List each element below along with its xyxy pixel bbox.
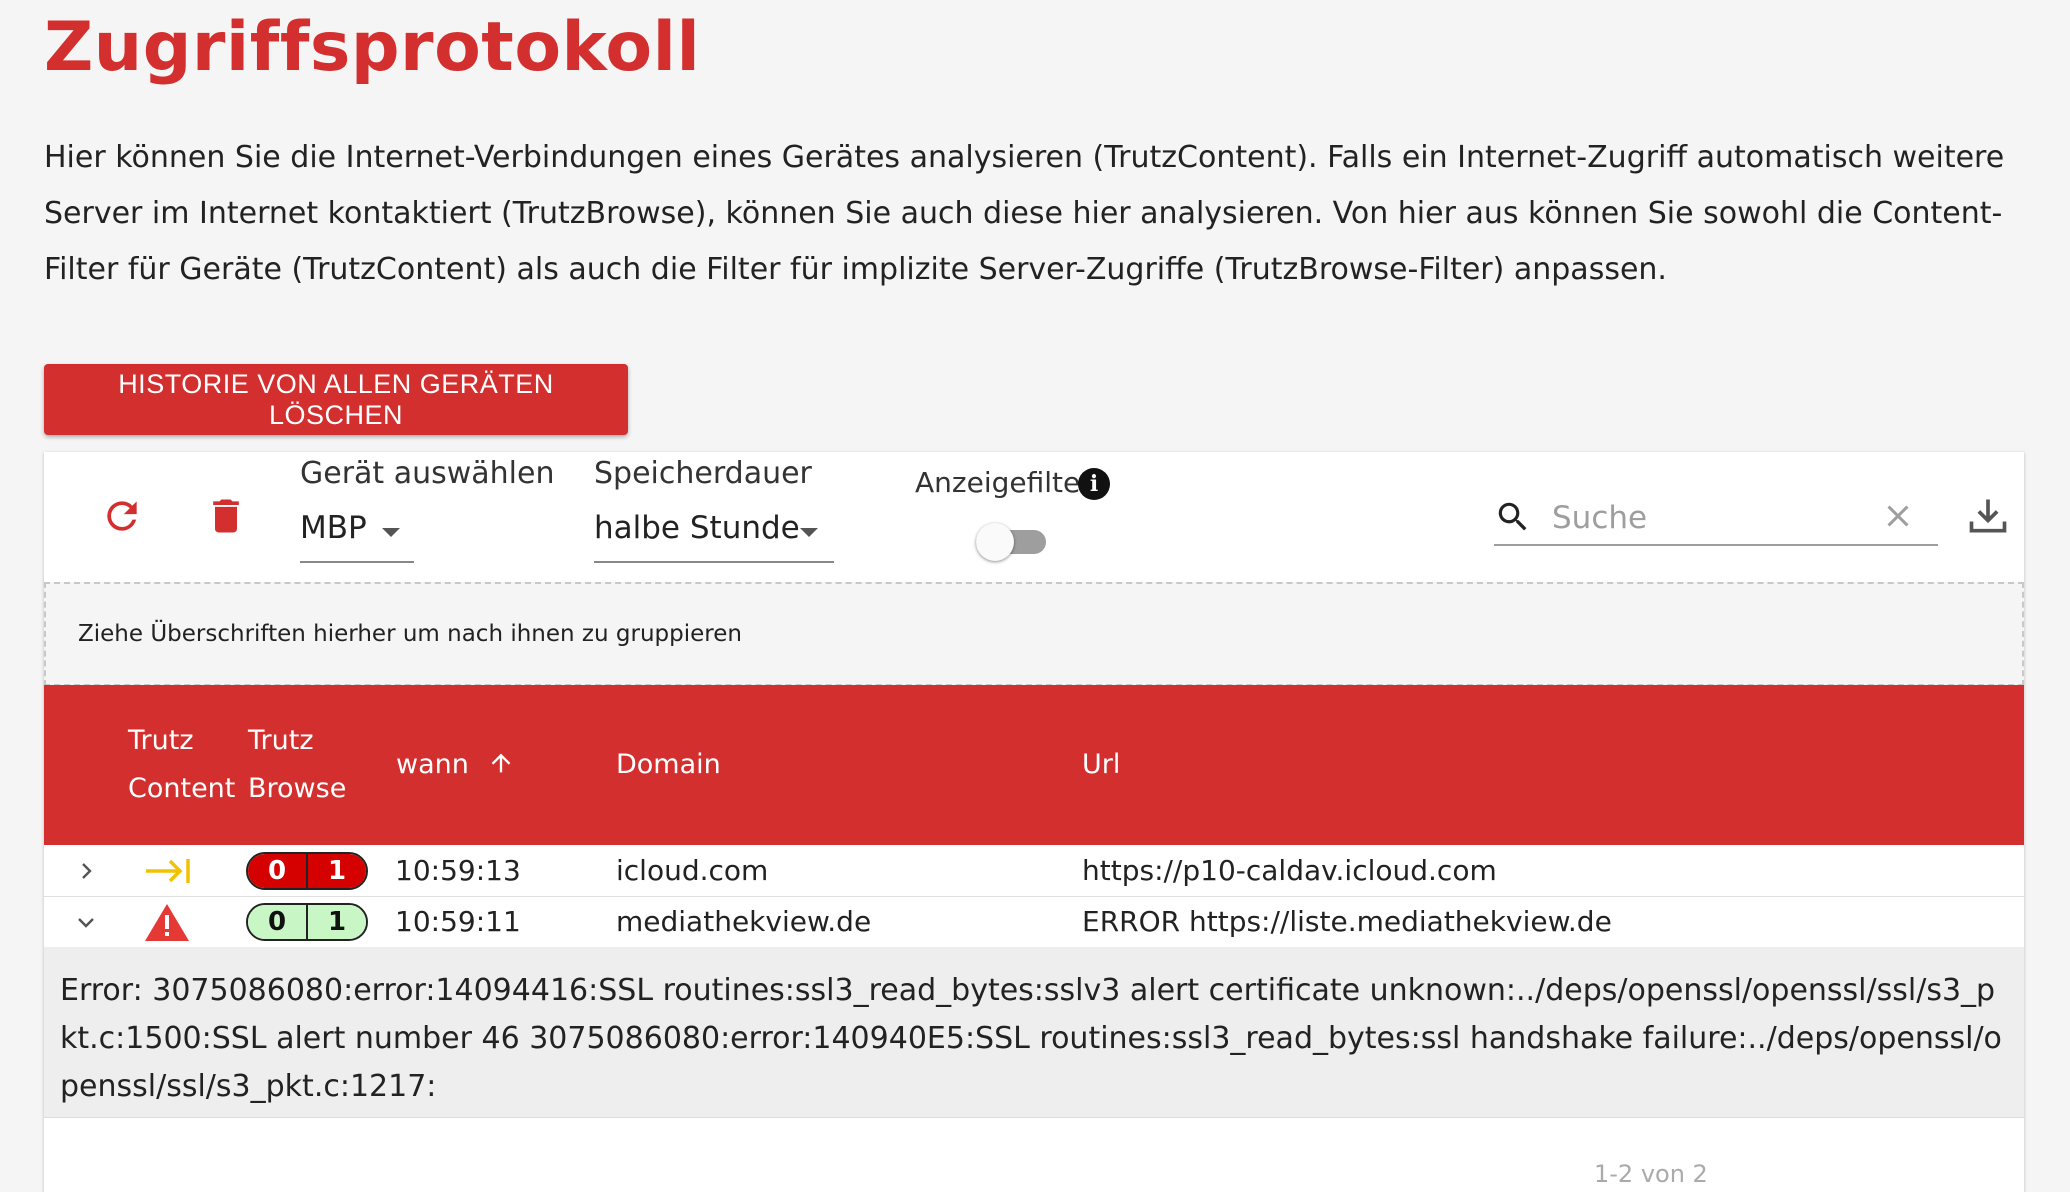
url-cell: ERROR https://liste.mediathekview.de [1082,905,1612,938]
info-icon[interactable]: i [1078,468,1110,500]
allowed-count: 1 [308,905,366,939]
group-hint: Ziehe Überschriften hierher um nach ihne… [78,621,742,647]
download-icon[interactable] [1966,494,2010,542]
column-header-text: Content [128,773,236,804]
column-header-wann[interactable]: wann [396,741,515,789]
trutz-browse-badge[interactable]: 0 1 [246,852,368,890]
trash-icon[interactable] [204,494,248,542]
table-row[interactable]: 0 1 10:59:13 icloud.com https://p10-cald… [44,846,2024,897]
clear-search-icon[interactable] [1880,498,1916,538]
access-log-panel: Gerät auswählen MBP Speicherdauer halbe … [44,452,2024,1192]
row-detail-panel: Error: 3075086080:error:14094416:SSL rou… [44,947,2024,1118]
column-header-trutz-browse[interactable]: Trutz Browse [248,717,346,813]
column-header-domain[interactable]: Domain [616,741,721,789]
chevron-down-icon[interactable] [800,528,818,537]
display-filter-toggle-knob[interactable] [976,523,1014,561]
sort-ascending-icon [492,753,511,773]
toolbar: Gerät auswählen MBP Speicherdauer halbe … [44,452,2024,582]
retention-select-underline [594,561,834,563]
arrow-to-right-icon [144,846,192,896]
refresh-icon[interactable] [100,494,144,542]
grid-header: Trutz Content Trutz Browse wann Domain U… [44,685,2024,845]
intro-text: Hier können Sie die Internet-Verbindunge… [44,140,2005,287]
chevron-down-icon[interactable] [74,897,98,947]
device-select-underline [300,561,414,563]
column-header-text: Trutz [248,725,314,756]
url-cell: https://p10-caldav.icloud.com [1082,854,1497,887]
retention-select-label: Speicherdauer [594,456,812,491]
column-header-text: Browse [248,773,347,804]
trutz-browse-badge[interactable]: 0 1 [246,903,368,941]
search-input[interactable] [1550,492,1854,544]
blocked-count: 0 [248,905,308,939]
clear-history-button[interactable]: HISTORIE VON ALLEN GERÄTEN LÖSCHEN [44,364,628,435]
allowed-count: 1 [308,854,366,888]
time-cell: 10:59:13 [395,854,521,887]
pager-info: 1-2 von 2 [1594,1160,1708,1188]
column-header-url[interactable]: Url [1082,741,1120,789]
domain-cell: mediathekview.de [616,905,872,938]
page-title: Zugriffsprotokoll [44,8,701,87]
domain-cell: icloud.com [616,854,769,887]
chevron-right-icon[interactable] [74,846,98,896]
retention-select-value[interactable]: halbe Stunde [594,510,800,546]
blocked-count: 0 [248,854,308,888]
search-underline [1494,544,1938,546]
device-select-value[interactable]: MBP [300,510,367,546]
warning-icon [144,897,190,947]
chevron-down-icon[interactable] [382,528,400,537]
column-header-trutz-content[interactable]: Trutz Content [128,717,235,813]
error-detail-text: Error: 3075086080:error:14094416:SSL rou… [60,973,2002,1104]
table-row[interactable]: 0 1 10:59:11 mediathekview.de ERROR http… [44,897,2024,948]
group-drop-area[interactable]: Ziehe Überschriften hierher um nach ihne… [44,582,2024,686]
display-filter-label: Anzeigefilter [915,466,1092,499]
column-header-text: Trutz [128,725,194,756]
time-cell: 10:59:11 [395,905,521,938]
column-header-text: wann [396,749,469,780]
search-icon [1494,498,1532,540]
device-select-label: Gerät auswählen [300,456,555,491]
